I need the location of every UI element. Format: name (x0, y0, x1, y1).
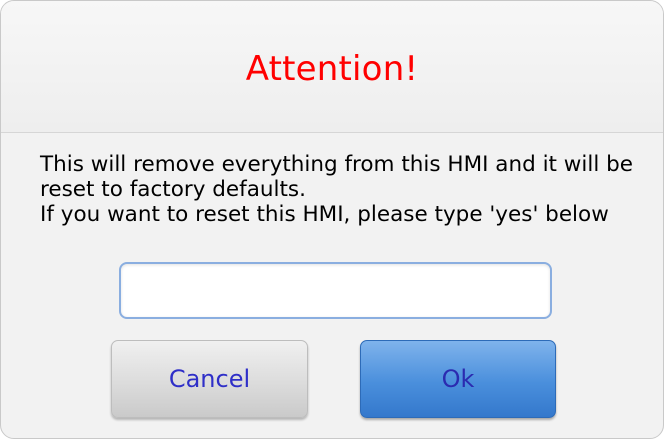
cancel-button[interactable]: Cancel (111, 340, 308, 418)
dialog-title: Attention! (245, 49, 419, 89)
message-line-2: reset to factory defaults. (40, 177, 306, 202)
reset-confirmation-dialog: Attention! This will remove everything f… (0, 0, 664, 439)
ok-button[interactable]: Ok (360, 340, 556, 418)
confirmation-input[interactable] (119, 262, 552, 319)
message-line-1: This will remove everything from this HM… (40, 152, 634, 177)
message-line-3: If you want to reset this HMI, please ty… (40, 202, 609, 227)
dialog-header: Attention! (1, 1, 663, 133)
dialog-message: This will remove everything from this HM… (40, 152, 640, 227)
